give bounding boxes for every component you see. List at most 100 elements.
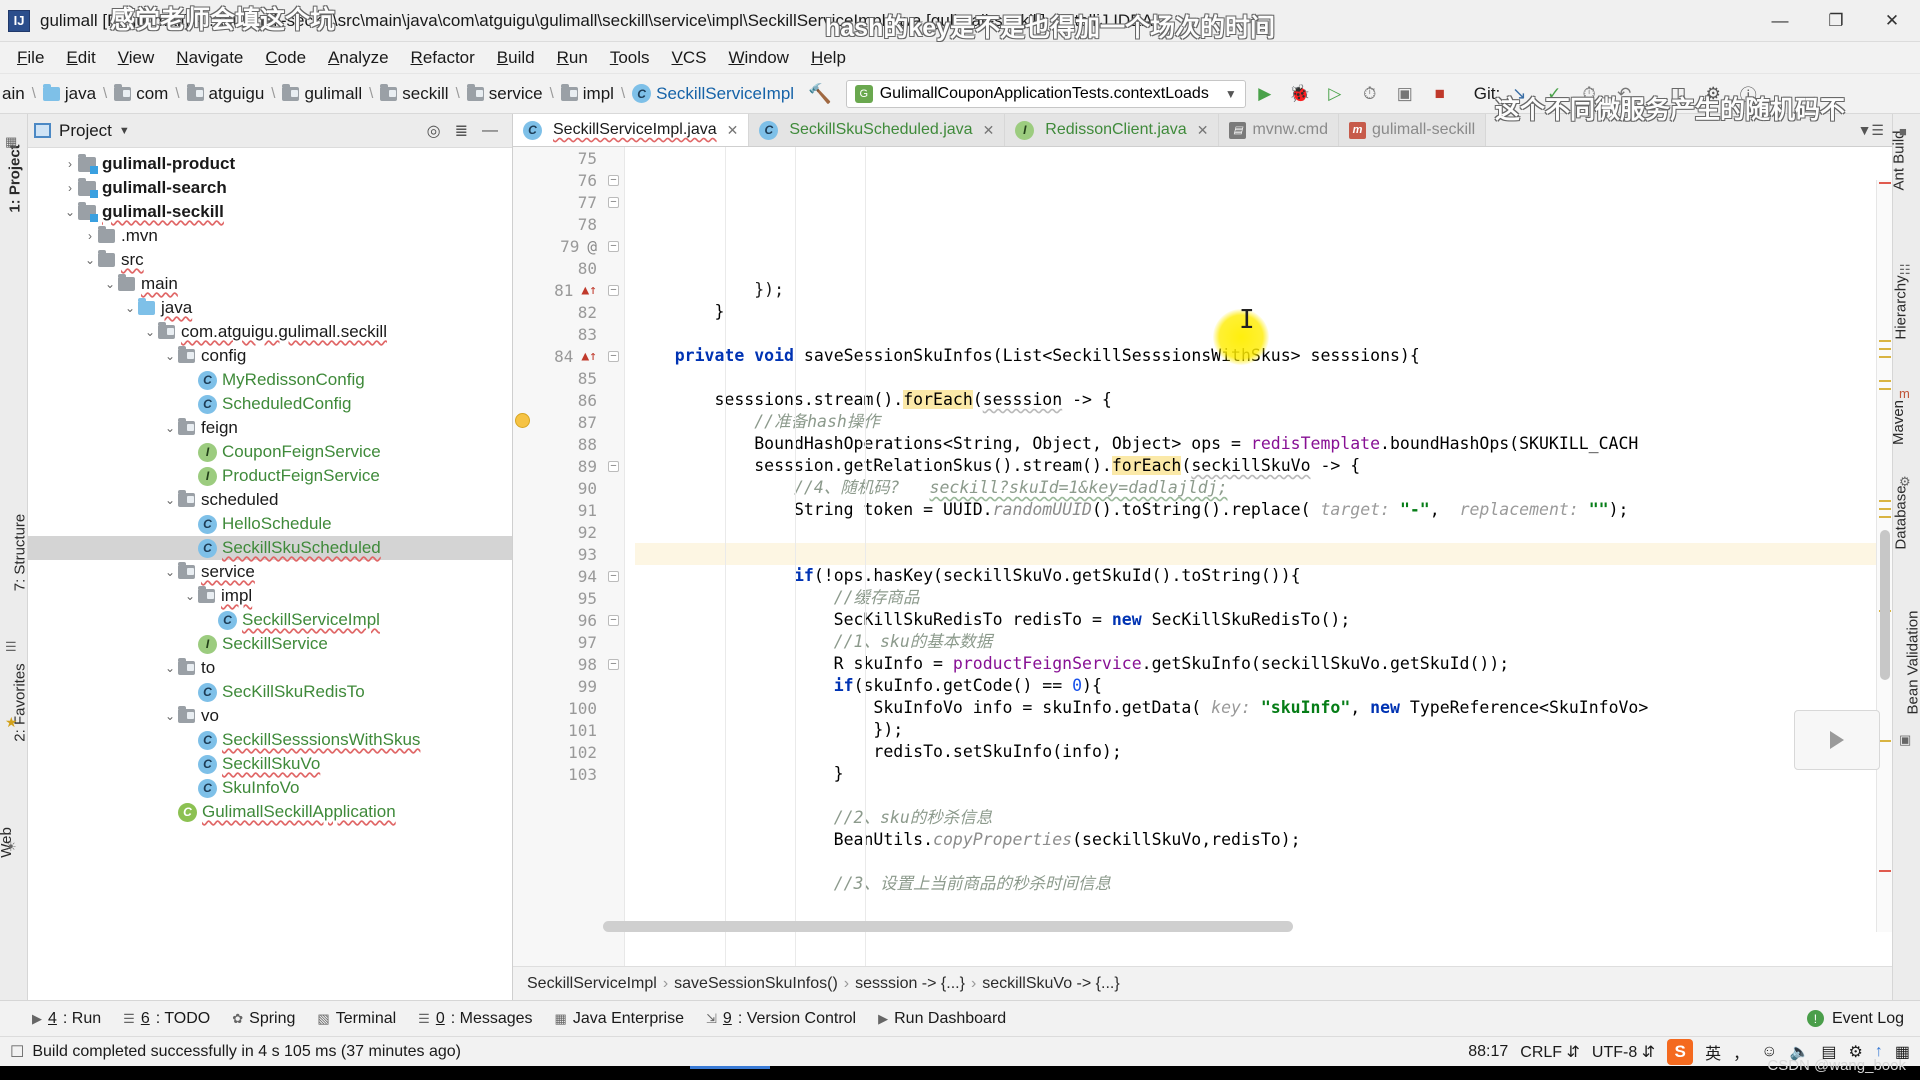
tree-item[interactable]: ⌄ scheduled [28,488,512,512]
settings-icon[interactable]: ⚙ [1697,79,1729,109]
minimize-button[interactable]: — [1752,0,1808,42]
intention-bulb-icon[interactable] [515,413,537,435]
event-log-button[interactable]: ! Event Log [1806,1010,1920,1028]
profile-button[interactable]: ⏱ [1354,79,1386,109]
editor-breadcrumb-item[interactable]: saveSessionSkuInfos() [674,975,838,993]
tree-item[interactable]: ⌄ com.atguigu.gulimall.seckill [28,320,512,344]
code-editor[interactable]: 75 76 77 78 79 @80 81 ▲↑ 82 83 84 ▲↑ 85 86 87 88 89 90 91 9… [513,147,1892,966]
tree-item[interactable]: ⌄ service [28,560,512,584]
fold-toggle[interactable]: − [603,279,624,301]
menu-item-navigate[interactable]: Navigate [165,44,254,72]
tree-item[interactable]: ⌄ feign [28,416,512,440]
editor-breadcrumb-item[interactable]: sesssion -> {...} [855,975,965,993]
fold-toggle[interactable]: − [603,609,624,631]
chevron-right-icon[interactable]: › [62,181,78,195]
chevron-down-icon[interactable]: ⌄ [102,277,118,291]
tool-window-button--messages[interactable]: ☰ 0: Messages [418,1010,532,1028]
tree-item[interactable]: › gulimall-search [28,176,512,200]
menu-item-build[interactable]: Build [486,44,546,72]
tool-window-button--todo[interactable]: ☰ 6: TODO [123,1010,210,1028]
git-history-icon[interactable]: ⏱ [1573,79,1605,109]
chevron-down-icon[interactable]: ⌄ [82,253,98,267]
breadcrumb[interactable]: ain \ java \ com \ atguigu \ gulimall \ seckill \ se… [0,83,796,104]
error-marker-bar[interactable] [1876,180,1892,932]
tool-window-button-java-enterprise[interactable]: ▦ Java Enterprise [555,1010,684,1028]
chevron-down-icon[interactable]: ▼ [119,125,130,137]
tree-item[interactable]: ⌄ to [28,656,512,680]
tool-window-button--run[interactable]: ▶ 4: Run [32,1010,101,1028]
tree-item[interactable]: ⌄ java [28,296,512,320]
fold-toggle[interactable]: − [603,653,624,675]
menu-item-code[interactable]: Code [254,44,317,72]
close-button[interactable]: ✕ [1864,0,1920,42]
hide-panel-icon[interactable]: — [482,122,498,140]
tree-item[interactable]: ⌄ config [28,344,512,368]
help-icon[interactable]: ⓘ [1732,79,1764,109]
tree-item[interactable]: ⌄ impl [28,584,512,608]
code-folding-column[interactable]: − − − − − − − − − [603,147,625,966]
tree-item[interactable]: C SkuInfoVo [28,776,512,800]
horizontal-scrollbar-thumb[interactable] [603,921,1293,932]
tree-item[interactable]: C SeckillSesssionsWithSkus [28,728,512,752]
menu-item-run[interactable]: Run [546,44,599,72]
git-update-project-icon[interactable]: ↘ [1503,79,1535,109]
editor-breadcrumb-item[interactable]: SeckillServiceImpl [527,975,657,993]
tree-item[interactable]: C MyRedissonConfig [28,368,512,392]
close-icon[interactable]: ✕ [727,122,739,139]
maximize-button[interactable]: ❐ [1808,0,1864,42]
run-with-coverage-button[interactable]: ▷ [1319,79,1351,109]
chevron-down-icon[interactable]: ⌄ [162,565,178,579]
video-play-overlay[interactable] [1794,710,1880,770]
editor-tab-seckillskuscheduled-java[interactable]: C SeckillSkuScheduled.java ✕ [749,114,1006,146]
menu-item-view[interactable]: View [107,44,166,72]
chevron-down-icon[interactable]: ⌄ [162,493,178,507]
editor-breadcrumb[interactable]: SeckillServiceImpl › saveSessionSkuInfos()… [513,966,1892,1000]
debug-button[interactable]: 🐞 [1284,79,1316,109]
code-text[interactable]: }); } private void saveSessionSkuInfos(L… [625,147,1892,966]
vertical-scrollbar-thumb[interactable] [1880,530,1890,680]
chevron-down-icon[interactable]: ⌄ [162,709,178,723]
tool-window-button-spring[interactable]: ✿ Spring [232,1010,295,1028]
tree-item[interactable]: ⌄ src [28,248,512,272]
breadcrumb-item-service[interactable]: service [466,83,543,104]
editor-breadcrumb-item[interactable]: seckillSkuVo -> {...} [982,975,1119,993]
menu-item-window[interactable]: Window [717,44,799,72]
fold-toggle[interactable]: − [603,455,624,477]
editor-tab-gulimall-seckill[interactable]: m gulimall-seckill [1339,114,1487,146]
tree-item[interactable]: C ScheduledConfig [28,392,512,416]
sidebar-item-bean-validation[interactable]: Bean Validation [1904,611,1920,715]
fold-toggle[interactable]: − [603,169,624,191]
file-encoding[interactable]: UTF-8 ⇵ [1592,1042,1655,1062]
tree-item[interactable]: ⌄ gulimall-seckill [28,200,512,224]
tool-window-button-run-dashboard[interactable]: ▶ Run Dashboard [878,1010,1006,1028]
git-commit-icon[interactable]: ✓ [1538,79,1570,109]
breadcrumb-item-seckillserviceimpl[interactable]: C SeckillServiceImpl [632,84,794,104]
close-icon[interactable]: ✕ [1197,122,1209,139]
sidebar-item-database[interactable]: Database [1893,485,1910,549]
attach-process-button[interactable]: ▣ [1389,79,1421,109]
breadcrumb-item-seckill[interactable]: seckill [380,83,449,104]
tree-item[interactable]: C SeckillSkuScheduled [28,536,512,560]
editor-tab-mvnw-cmd[interactable]: ▤ mvnw.cmd [1219,114,1340,146]
sogou-ime-icon[interactable]: S [1667,1038,1694,1065]
menu-item-edit[interactable]: Edit [55,44,106,72]
fold-toggle[interactable]: − [603,565,624,587]
sidebar-item-ant-build[interactable]: Ant Build [1891,130,1908,190]
tree-item[interactable]: C GulimallSeckillApplication [28,800,512,824]
breadcrumb-item-com[interactable]: com [114,83,168,104]
tree-item[interactable]: I ProductFeignService [28,464,512,488]
caret-position[interactable]: 88:17 [1468,1043,1508,1061]
menu-item-analyze[interactable]: Analyze [317,44,399,72]
fold-toggle[interactable]: − [603,235,624,257]
breadcrumb-item-gulimall[interactable]: gulimall [282,83,362,104]
scroll-from-source-icon[interactable]: ◎ [427,121,441,141]
tree-item[interactable]: C SeckillSkuVo [28,752,512,776]
chevron-down-icon[interactable]: ⌄ [62,205,78,219]
sidebar-item-hierarchy[interactable]: Hierarchy [1893,275,1910,339]
breadcrumb-item-atguigu[interactable]: atguigu [186,83,264,104]
chevron-down-icon[interactable]: ⌄ [162,661,178,675]
tree-item[interactable]: I CouponFeignService [28,440,512,464]
tree-item[interactable]: C SecKillSkuRedisTo [28,680,512,704]
sidebar-item-maven[interactable]: Maven [1890,400,1907,445]
ime-language-label[interactable]: 英 [1705,1040,1721,1064]
